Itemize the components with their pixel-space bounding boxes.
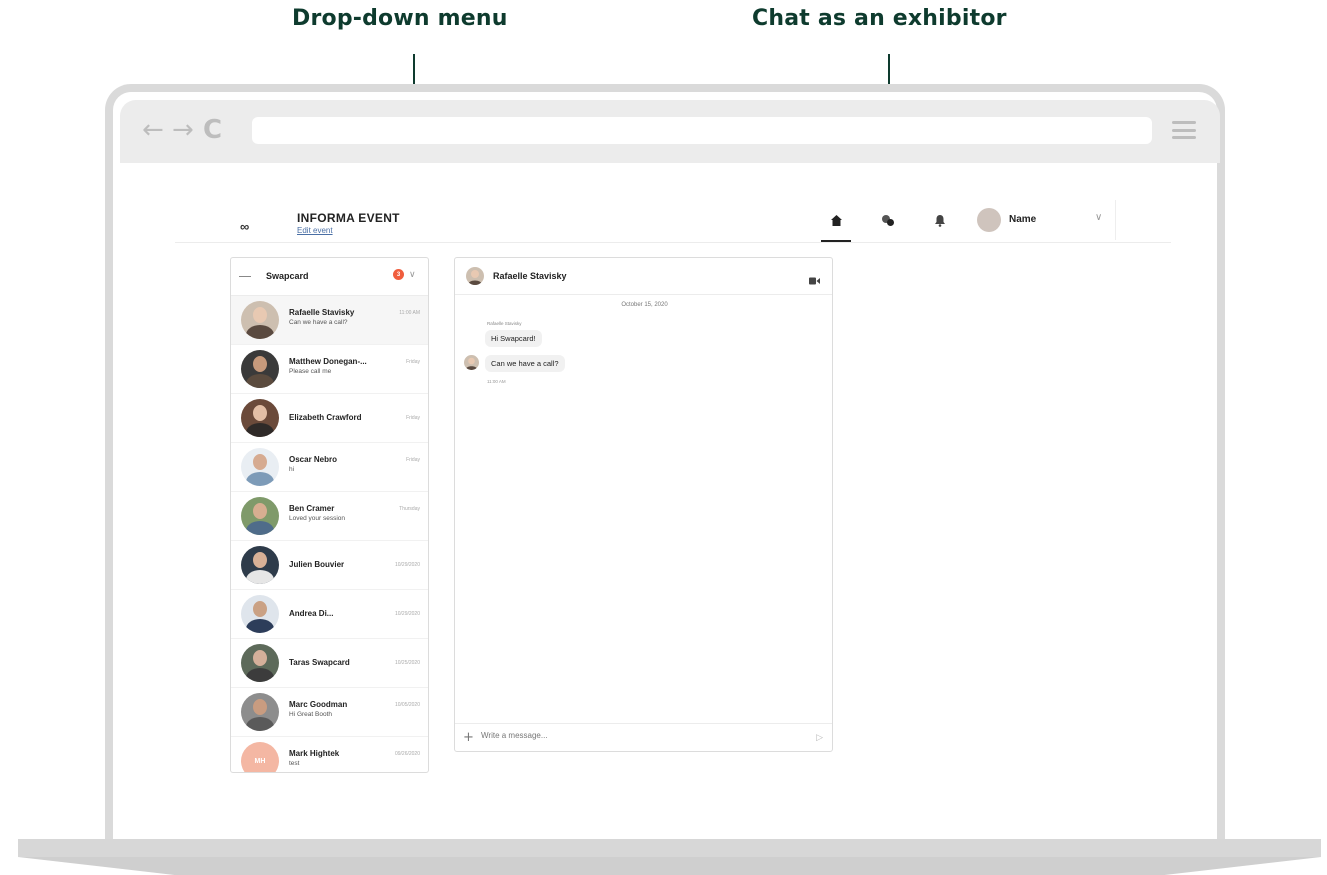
contact-name: Rafaelle Stavisky [289, 308, 355, 317]
chat-exhibitor-callout-label: Chat as an exhibitor [752, 6, 1007, 31]
message-time: 11:00 AM [399, 310, 420, 316]
contact-name: Marc Goodman [289, 700, 348, 709]
hamburger-icon[interactable] [1172, 121, 1196, 139]
chat-panel: Rafaelle Stavisky October 15, 2020 Rafae… [454, 257, 833, 752]
message-time: Friday [406, 415, 420, 421]
message-time: Friday [406, 457, 420, 463]
conversation-list-header: Swapcard 3 ∨ [231, 258, 428, 296]
send-icon[interactable]: ▷ [816, 732, 823, 743]
laptop-base [18, 839, 1321, 857]
conversation-row[interactable]: Ben Cramer Loved your session Thursday [231, 492, 428, 541]
message-preview: Loved your session [289, 515, 346, 522]
contact-name: Mark Hightek [289, 749, 340, 758]
message-time: 10/25/2020 [394, 660, 420, 666]
message-time: 11:00 AM [487, 379, 506, 384]
dropdown-callout-label: Drop-down menu [292, 6, 508, 31]
message-time: Thursday [399, 506, 420, 512]
chat-header: Rafaelle Stavisky [455, 258, 832, 295]
edit-event-link[interactable]: Edit event [297, 226, 333, 235]
home-tab-indicator [821, 240, 851, 242]
user-avatar[interactable] [977, 208, 1001, 232]
contact-name: Julien Bouvier [289, 560, 345, 569]
conversation-row[interactable]: MH Mark Hightek test 09/26/2020 [231, 737, 428, 772]
conversation-row[interactable]: Taras Swapcard 10/25/2020 [231, 639, 428, 688]
chat-contact-name: Rafaelle Stavisky [493, 271, 567, 281]
swapcard-logo[interactable]: ∞ [240, 219, 249, 234]
message-time: 10/29/2020 [394, 562, 420, 568]
reload-icon[interactable]: C [203, 115, 222, 145]
message-time: 10/29/2020 [394, 611, 420, 617]
contact-avatar [241, 546, 279, 584]
conversation-row[interactable]: Andrea Di... 10/29/2020 [231, 590, 428, 639]
message-time: Friday [406, 359, 420, 365]
contact-avatar [241, 350, 279, 388]
chat-icon[interactable] [880, 212, 896, 228]
message-time: 09/26/2020 [394, 751, 420, 757]
contact-name: Taras Swapcard [289, 658, 350, 667]
forward-icon[interactable]: → [172, 115, 194, 145]
message-preview: Hi Great Booth [289, 711, 332, 718]
contact-name: Oscar Nebro [289, 455, 338, 464]
account-switcher-label[interactable]: Swapcard [266, 271, 309, 281]
header-divider [175, 242, 1171, 243]
contact-name: Matthew Donegan-... [289, 357, 367, 366]
unread-badge: 3 [393, 269, 404, 280]
message-preview: test [289, 760, 300, 767]
contact-avatar: MH [241, 742, 279, 772]
contact-avatar [241, 448, 279, 486]
contact-avatar [241, 595, 279, 633]
message-preview: hi [289, 466, 295, 473]
message-input[interactable] [481, 731, 781, 740]
contact-avatar [241, 301, 279, 339]
bell-icon[interactable] [932, 212, 948, 228]
message-preview: Please call me [289, 368, 332, 375]
back-icon[interactable]: ← [142, 115, 164, 145]
contact-name: Ben Cramer [289, 504, 335, 513]
user-name[interactable]: Name [1009, 214, 1036, 225]
message-bubble: Hi Swapcard! [485, 330, 542, 347]
contact-avatar [241, 644, 279, 682]
attach-plus-icon[interactable]: + [463, 730, 474, 745]
chat-contact-avatar[interactable] [466, 267, 484, 285]
avatar-initials: MH [254, 757, 266, 765]
video-call-icon[interactable] [809, 272, 820, 290]
contact-avatar [241, 399, 279, 437]
contact-avatar [241, 497, 279, 535]
conversation-row[interactable]: Oscar Nebro hi Friday [231, 443, 428, 492]
home-icon[interactable] [828, 212, 844, 228]
message-sender-name: Rafaelle Stavisky [487, 321, 522, 326]
message-preview: Can we have a call? [289, 319, 348, 326]
message-avatar [464, 355, 479, 370]
menu-dash-icon [239, 276, 251, 277]
conversation-row[interactable]: Julien Bouvier 10/29/2020 [231, 541, 428, 590]
chat-date-separator: October 15, 2020 [621, 302, 668, 308]
contact-name: Andrea Di... [289, 609, 334, 618]
laptop-base-lip [18, 857, 1321, 875]
conversation-row[interactable]: Rafaelle Stavisky Can we have a call? 11… [231, 296, 428, 345]
message-time: 10/05/2020 [394, 702, 420, 708]
address-bar[interactable] [252, 117, 1152, 144]
account-dropdown-chevron-icon[interactable]: ∨ [409, 269, 416, 280]
message-bubble: Can we have a call? [485, 355, 565, 372]
contact-name: Elizabeth Crawford [289, 413, 362, 422]
conversation-row[interactable]: Matthew Donegan-... Please call me Frida… [231, 345, 428, 394]
contact-avatar [241, 693, 279, 731]
conversation-row[interactable]: Marc Goodman Hi Great Booth 10/05/2020 [231, 688, 428, 737]
message-composer: + ▷ [455, 723, 832, 751]
conversation-row[interactable]: Elizabeth Crawford Friday [231, 394, 428, 443]
user-menu-chevron-icon[interactable]: ∨ [1095, 212, 1102, 223]
conversation-list-panel: Swapcard 3 ∨ Rafaelle Stavisky Can we ha… [230, 257, 429, 773]
event-title: INFORMA EVENT [297, 211, 400, 225]
header-separator [1115, 200, 1116, 240]
